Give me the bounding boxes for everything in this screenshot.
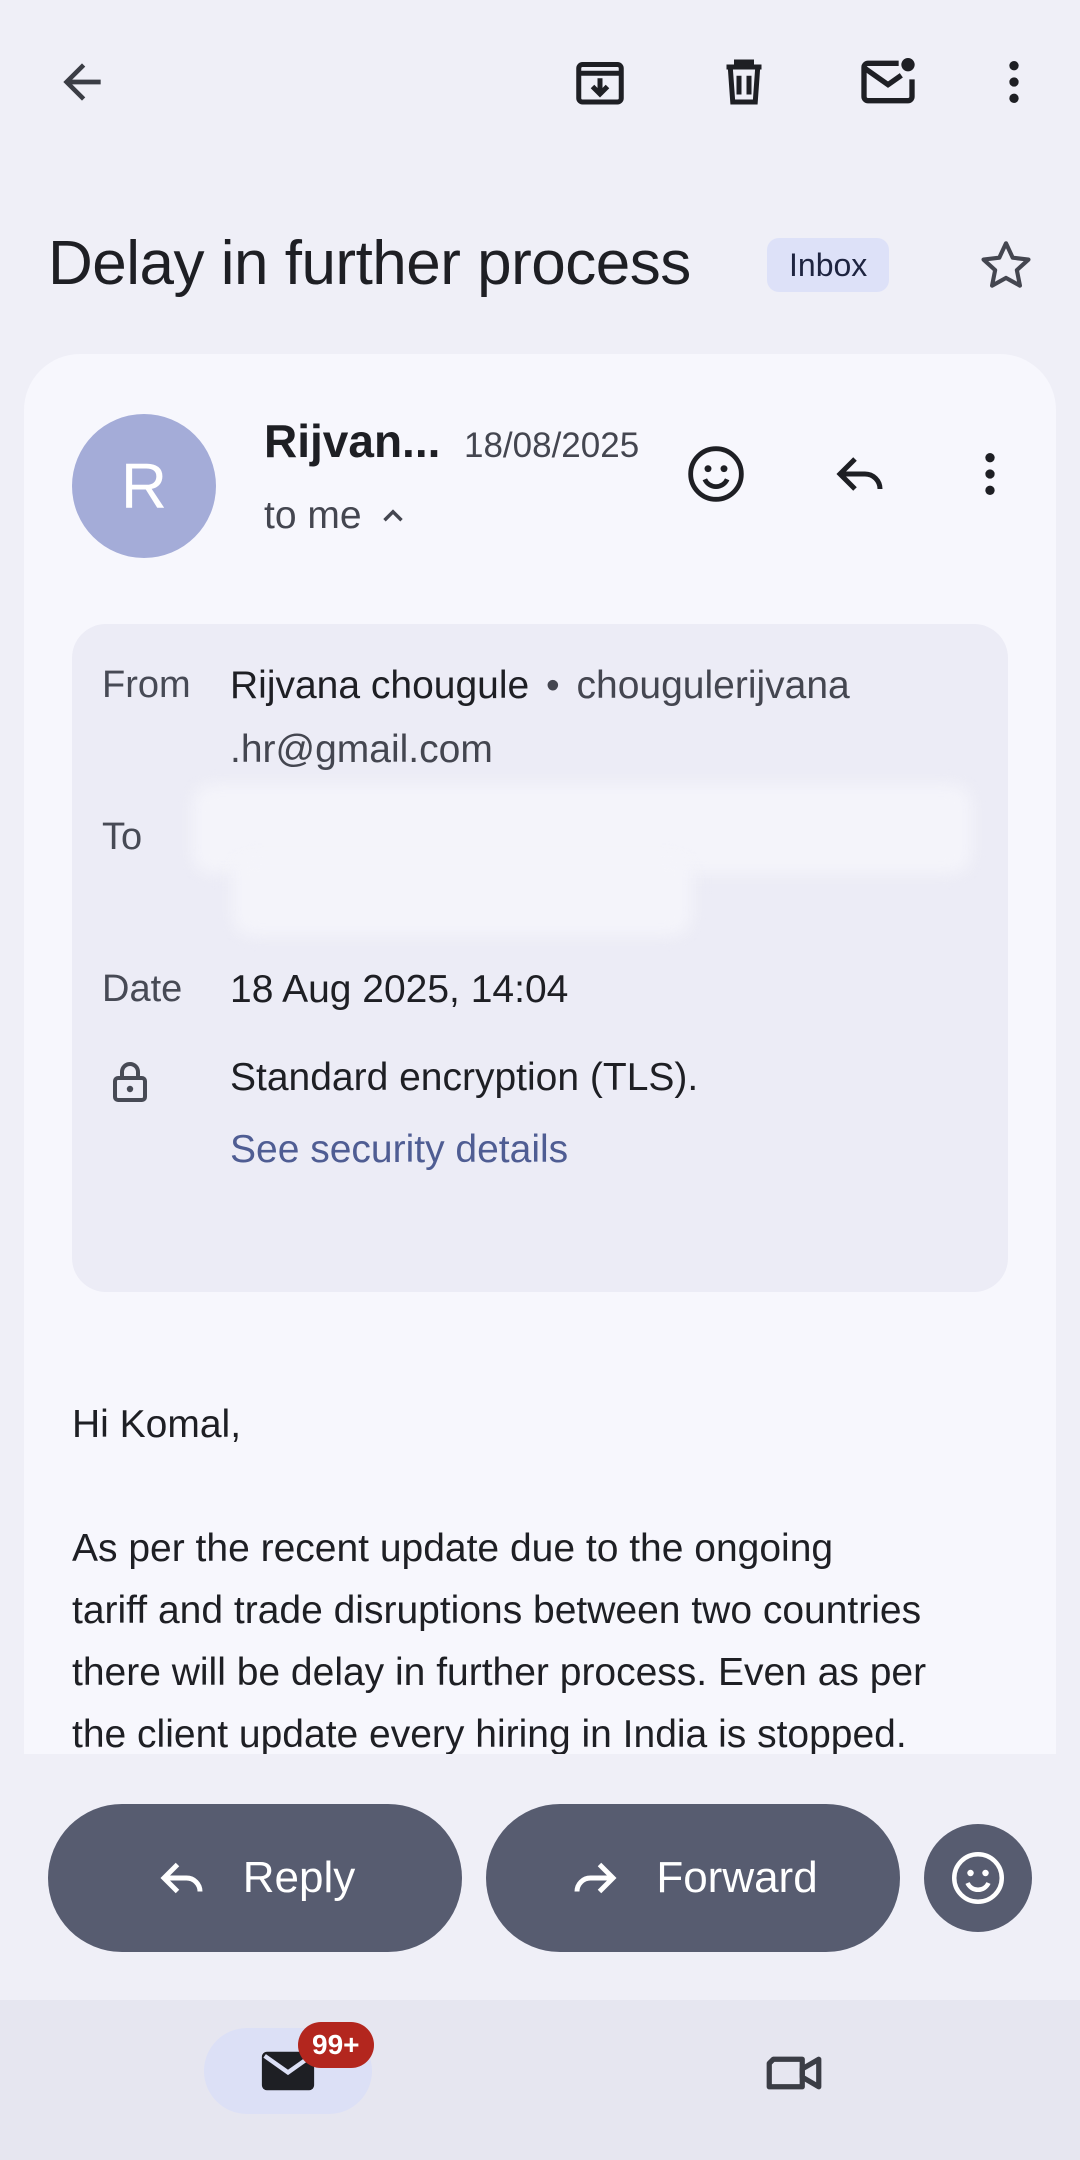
star-outline-icon [981, 241, 1031, 288]
from-name: Rijvana chougule [230, 664, 530, 707]
more-vert-icon [1009, 61, 1019, 103]
more-options-button[interactable] [972, 40, 1056, 124]
unread-count-badge: 99+ [298, 2022, 374, 2068]
message-more-button[interactable] [950, 434, 1030, 514]
message-details-panel: From Rijvana chougule • chougulerijvana … [72, 624, 1008, 1292]
arrow-back-icon [63, 63, 101, 101]
to-me-label: to me [264, 494, 362, 537]
emoji-icon [952, 1852, 1004, 1904]
email-card: R Rijvan... 18/08/2025 to me From Rijvan… [24, 354, 1056, 1754]
body-line-1: As per the recent update due to the ongo… [72, 1527, 834, 1570]
from-email-line2[interactable]: .hr@gmail.com [230, 728, 493, 772]
email-subject: Delay in further process [48, 229, 691, 298]
react-button[interactable] [924, 1824, 1032, 1932]
security-details-link[interactable]: See security details [230, 1128, 568, 1172]
redacted-recipient-2 [232, 856, 692, 936]
back-button[interactable] [40, 40, 124, 124]
trash-icon [726, 59, 762, 105]
reply-icon-button[interactable] [820, 434, 900, 514]
from-email-line1[interactable]: chougulerijvana [577, 664, 850, 707]
mark-unread-icon [861, 58, 915, 104]
reply-button[interactable]: Reply [48, 1804, 462, 1952]
to-label: To [102, 816, 143, 858]
date-value: 18 Aug 2025, 14:04 [230, 968, 569, 1011]
delete-button[interactable] [702, 40, 786, 124]
emoji-icon [688, 446, 744, 502]
nav-meet-tab[interactable] [746, 2030, 842, 2116]
recipient-toggle[interactable]: to me [264, 494, 410, 538]
from-label: From [102, 664, 191, 706]
date-label: Date [102, 968, 183, 1010]
react-emoji-button[interactable] [676, 434, 756, 514]
greeting-text: Hi Komal, [72, 1403, 242, 1446]
reply-icon [160, 1862, 203, 1894]
star-button[interactable] [966, 226, 1046, 306]
reply-icon [836, 457, 883, 491]
body-line-2: tariff and trade disruptions between two… [72, 1589, 922, 1632]
bottom-navigation [0, 2000, 1080, 2160]
inbox-label-chip[interactable]: Inbox [767, 238, 890, 292]
chevron-up-icon [382, 509, 403, 522]
encryption-text: Standard encryption (TLS). [230, 1056, 699, 1099]
archive-button[interactable] [558, 40, 642, 124]
lock-icon [106, 1056, 154, 1108]
body-line-3: there will be delay in further process. … [72, 1651, 927, 1694]
forward-icon [574, 1862, 617, 1894]
video-camera-icon [766, 2056, 822, 2090]
mark-unread-button[interactable] [846, 40, 930, 124]
email-date: 18/08/2025 [464, 426, 640, 465]
archive-icon [576, 62, 624, 105]
sender-name[interactable]: Rijvan... [264, 414, 440, 468]
from-separator: • [546, 664, 560, 707]
sender-avatar[interactable]: R [72, 414, 216, 558]
body-line-4: the client update every hiring in India … [72, 1713, 907, 1754]
reply-button-label: Reply [242, 1853, 356, 1902]
forward-button-label: Forward [656, 1853, 818, 1902]
from-value: Rijvana chougule • chougulerijvana [230, 664, 850, 708]
more-vert-icon [985, 453, 995, 495]
forward-button[interactable]: Forward [486, 1804, 900, 1952]
